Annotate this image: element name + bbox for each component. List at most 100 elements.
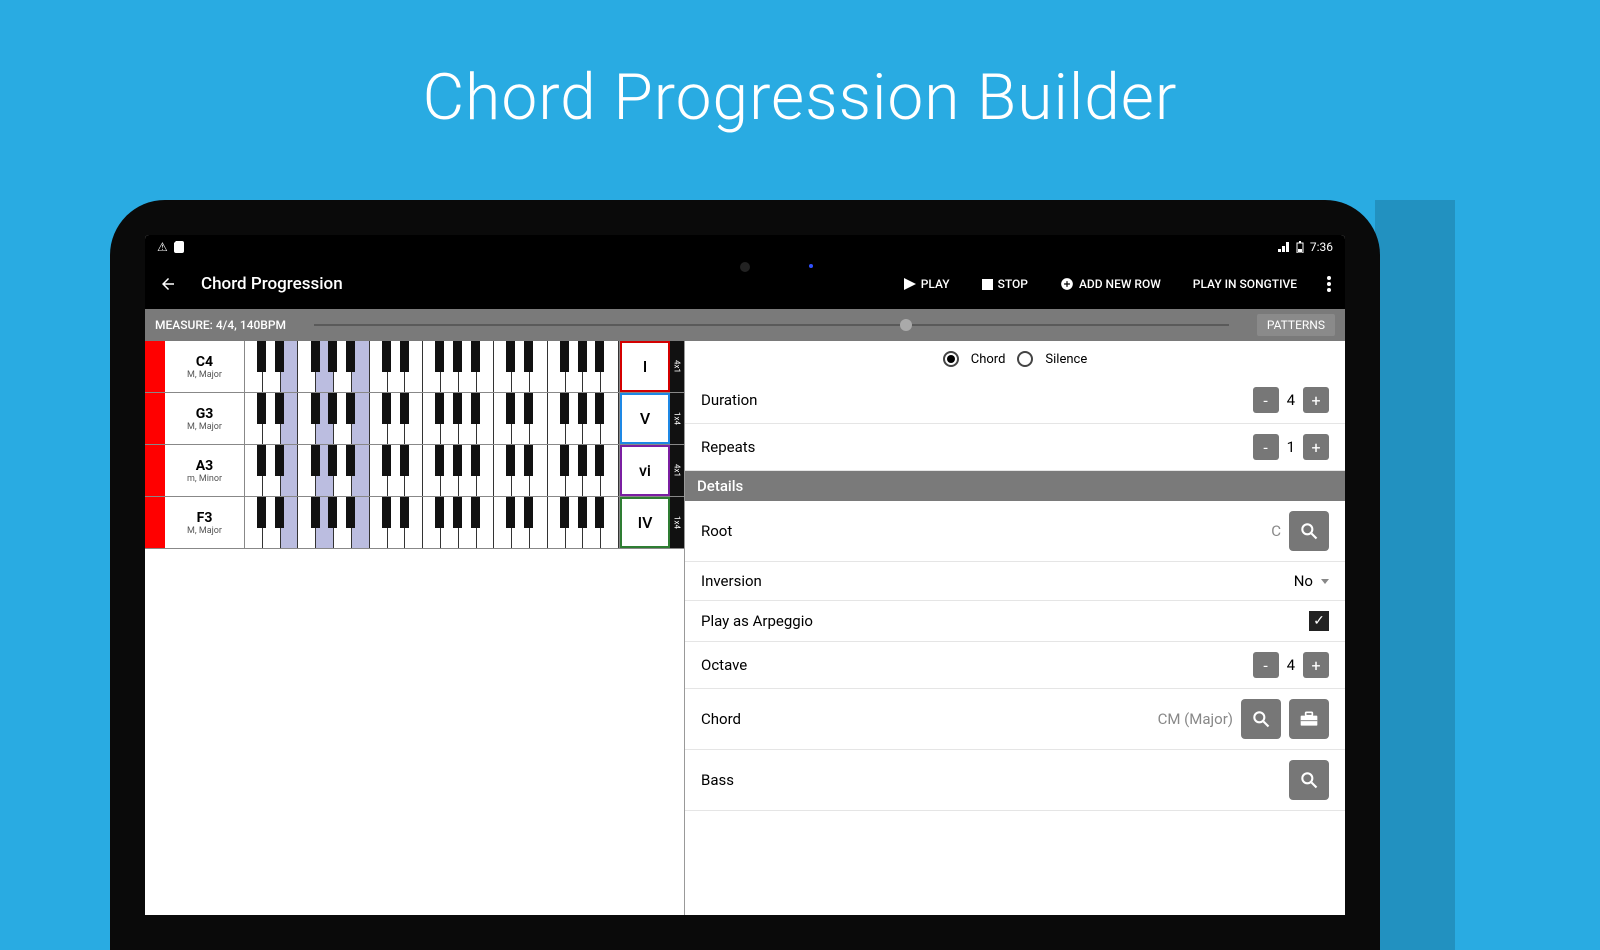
octave-minus[interactable]: -	[1253, 652, 1279, 678]
tablet-frame: ⚠ 7:36 Chord Progression PLAY STOP	[110, 200, 1380, 950]
tablet-shadow	[1375, 200, 1455, 950]
measure-label: MEASURE: 4/4, 140BPM	[155, 318, 286, 332]
repeats-value: 1	[1287, 438, 1295, 456]
chord-label: C4 M, Major	[165, 341, 245, 392]
signal-icon	[1278, 242, 1290, 252]
octave-row: Octave - 4 +	[685, 642, 1345, 689]
drag-handle[interactable]	[145, 393, 165, 444]
roman-numeral: V	[620, 393, 670, 444]
repeats-plus[interactable]: +	[1303, 434, 1329, 460]
radio-chord-label: Chord	[971, 352, 1006, 367]
chord-note: G3	[196, 406, 214, 422]
chord-search-button[interactable]	[1241, 699, 1281, 739]
chord-label: F3 M, Major	[165, 497, 245, 548]
bass-search-button[interactable]	[1289, 760, 1329, 800]
octave-value: 4	[1287, 656, 1295, 674]
back-icon[interactable]	[159, 275, 177, 293]
more-icon[interactable]	[1321, 276, 1331, 292]
chord-row[interactable]: F3 M, Major IV 1x4	[145, 497, 684, 549]
root-search-button[interactable]	[1289, 511, 1329, 551]
chord-note: F3	[197, 510, 213, 526]
size-badge: 1x4	[670, 393, 684, 444]
details-header: Details	[685, 471, 1345, 501]
chord-row[interactable]: G3 M, Major V 1x4	[145, 393, 684, 445]
chord-list: C4 M, Major I 4x1 G3 M, Major V 1x4 A3 m…	[145, 341, 685, 915]
patterns-button[interactable]: PATTERNS	[1257, 314, 1335, 336]
stop-icon	[982, 279, 993, 290]
bass-row: Bass	[685, 750, 1345, 811]
dropdown-icon	[1321, 579, 1329, 584]
arpeggio-label: Play as Arpeggio	[701, 612, 813, 630]
chord-prop-label: Chord	[701, 710, 741, 728]
size-badge: 4x1	[670, 445, 684, 496]
octave-plus[interactable]: +	[1303, 652, 1329, 678]
add-row-label: ADD NEW ROW	[1079, 277, 1161, 291]
play-songtive-label: PLAY IN SONGTIVE	[1193, 277, 1297, 291]
chord-mode: M, Major	[187, 526, 222, 536]
duration-minus[interactable]: -	[1253, 387, 1279, 413]
sensor-dot	[809, 264, 813, 268]
chord-row[interactable]: C4 M, Major I 4x1	[145, 341, 684, 393]
roman-numeral: I	[620, 341, 670, 392]
chord-mode: M, Major	[187, 422, 222, 432]
screen: ⚠ 7:36 Chord Progression PLAY STOP	[145, 235, 1345, 915]
inversion-dropdown[interactable]: No	[1294, 572, 1329, 590]
status-bar: ⚠ 7:36	[145, 235, 1345, 259]
bass-label: Bass	[701, 771, 734, 789]
chord-row-prop: Chord CM (Major)	[685, 689, 1345, 750]
slider-thumb[interactable]	[900, 319, 912, 331]
status-time: 7:36	[1310, 240, 1333, 254]
duration-row: Duration - 4 +	[685, 377, 1345, 424]
inversion-value: No	[1294, 572, 1313, 590]
radio-silence[interactable]	[1017, 351, 1033, 367]
repeats-row: Repeats - 1 +	[685, 424, 1345, 471]
piano-keys[interactable]	[245, 341, 620, 392]
properties-panel: Chord Silence Duration - 4 + Repeats -	[685, 341, 1345, 915]
play-songtive-button[interactable]: PLAY IN SONGTIVE	[1185, 277, 1305, 291]
play-button[interactable]: PLAY	[896, 277, 958, 291]
roman-numeral: IV	[620, 497, 670, 548]
chord-note: A3	[196, 458, 213, 474]
octave-label: Octave	[701, 656, 747, 674]
play-icon	[904, 278, 916, 290]
root-value: C	[1271, 522, 1281, 540]
radio-silence-label: Silence	[1045, 352, 1087, 367]
stop-label: STOP	[998, 277, 1028, 291]
duration-plus[interactable]: +	[1303, 387, 1329, 413]
repeats-label: Repeats	[701, 438, 755, 456]
chord-briefcase-button[interactable]	[1289, 699, 1329, 739]
root-label: Root	[701, 522, 732, 540]
radio-chord[interactable]	[943, 351, 959, 367]
inversion-row[interactable]: Inversion No	[685, 562, 1345, 601]
add-row-button[interactable]: ADD NEW ROW	[1052, 277, 1169, 291]
root-row: Root C	[685, 501, 1345, 562]
main-content: C4 M, Major I 4x1 G3 M, Major V 1x4 A3 m…	[145, 341, 1345, 915]
tempo-slider[interactable]	[314, 324, 1229, 326]
sd-icon	[174, 241, 184, 253]
drag-handle[interactable]	[145, 497, 165, 548]
chord-prop-value: CM (Major)	[1158, 710, 1233, 728]
piano-keys[interactable]	[245, 393, 620, 444]
drag-handle[interactable]	[145, 445, 165, 496]
sub-bar: MEASURE: 4/4, 140BPM PATTERNS	[145, 309, 1345, 341]
play-label: PLAY	[921, 277, 950, 291]
stop-button[interactable]: STOP	[974, 277, 1036, 291]
piano-keys[interactable]	[245, 497, 620, 548]
app-title: Chord Progression	[201, 274, 343, 294]
chord-mode: m, Minor	[187, 474, 222, 484]
roman-numeral: vi	[620, 445, 670, 496]
piano-keys[interactable]	[245, 445, 620, 496]
arpeggio-row: Play as Arpeggio ✓	[685, 601, 1345, 642]
chord-mode: M, Major	[187, 370, 222, 380]
arpeggio-checkbox[interactable]: ✓	[1309, 611, 1329, 631]
add-icon	[1060, 277, 1074, 291]
chord-row[interactable]: A3 m, Minor vi 4x1	[145, 445, 684, 497]
battery-icon	[1296, 241, 1304, 253]
repeats-minus[interactable]: -	[1253, 434, 1279, 460]
hero-title: Chord Progression Builder	[0, 0, 1600, 135]
chord-note: C4	[196, 354, 213, 370]
duration-label: Duration	[701, 391, 757, 409]
drag-handle[interactable]	[145, 341, 165, 392]
inversion-label: Inversion	[701, 572, 762, 590]
chord-label: A3 m, Minor	[165, 445, 245, 496]
